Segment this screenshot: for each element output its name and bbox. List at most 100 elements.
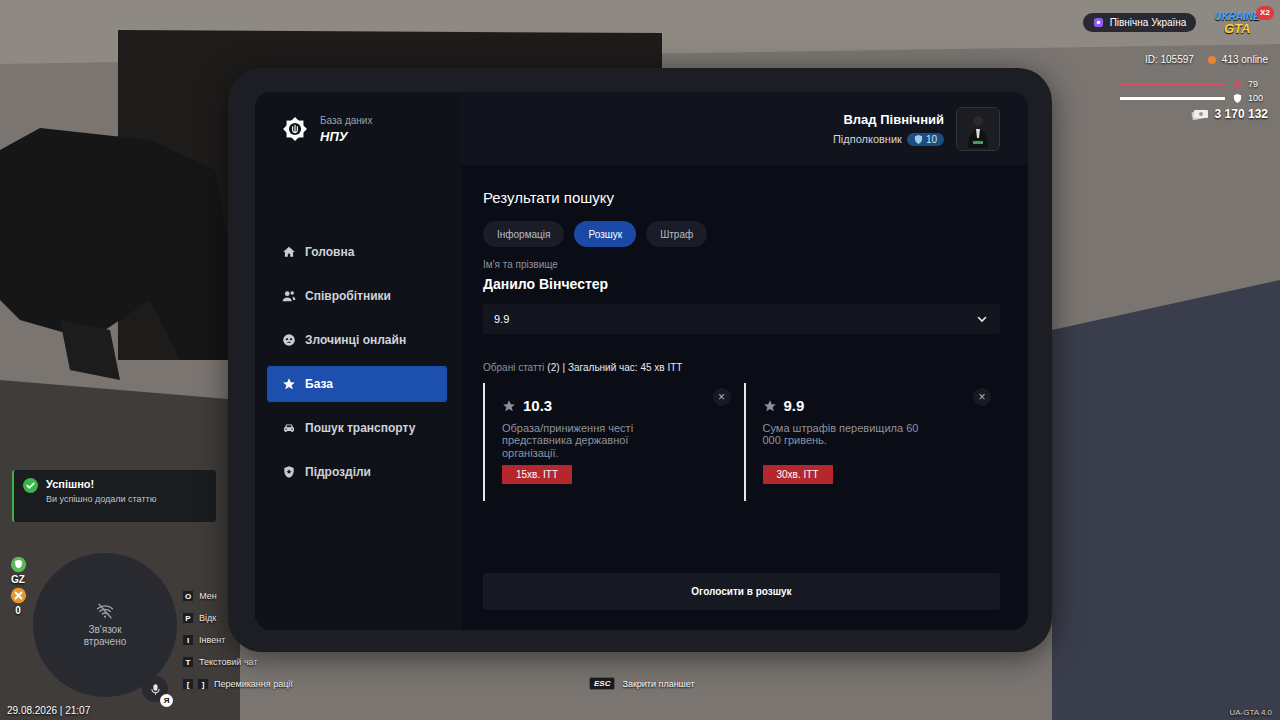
brand-title: НПУ <box>320 129 372 144</box>
keybind-row: T Текстовий чат <box>182 655 293 669</box>
user-rank: Підполковник <box>833 133 902 145</box>
brand-subtitle: База даних <box>320 115 372 126</box>
article-time: 30хв. ІТТ <box>763 465 833 484</box>
hud-stats: ID: 105597 413 online 79 100 3 170 132 <box>1120 54 1268 121</box>
game-logo: UKRAINE GTA X2 <box>1210 8 1270 37</box>
tab[interactable]: Інформація <box>483 221 564 247</box>
health-cross-icon <box>1233 80 1242 89</box>
sidebar-item-label: Співробітники <box>305 289 391 303</box>
shield-icon <box>282 465 296 479</box>
minimap-status: Зв'язок втрачено <box>70 624 140 648</box>
star-icon <box>763 399 777 413</box>
money-row: 3 170 132 <box>1191 107 1268 121</box>
key-cap: T <box>182 656 194 668</box>
server-name: Північна Україна <box>1110 17 1187 28</box>
key-cap: ] <box>197 678 209 690</box>
sidebar-item-label: Пошук транспорту <box>305 421 415 435</box>
summary-label: Обрані статті <box>483 362 544 373</box>
logo-top: UKRAINE <box>1214 12 1260 22</box>
armor-value: 100 <box>1248 93 1268 103</box>
key-cap: I <box>182 634 194 646</box>
person-name: Данило Вінчестер <box>483 276 1000 292</box>
main-panel: Влад Північний Підполковник 10 Результат… <box>462 92 1028 630</box>
status-indicators: GZ 0 <box>6 556 30 616</box>
server-badge: Північна Україна <box>1083 13 1197 32</box>
key-cap: P <box>182 612 194 624</box>
tabs: Інформація Розшук Штраф <box>483 221 1000 247</box>
sidebar-item[interactable]: Злочинці онлайн <box>267 322 447 358</box>
money-value: 3 170 132 <box>1215 107 1268 121</box>
online-icon <box>1208 56 1216 64</box>
voice-badge: Я <box>160 694 173 707</box>
voice-indicator: Я <box>142 676 168 702</box>
logo-badge: X2 <box>1256 6 1274 20</box>
player-info: ID: 105597 413 online <box>1145 54 1268 65</box>
tab[interactable]: Розшук <box>574 221 636 247</box>
notification-message: Ви успішно додали статтю <box>46 494 156 504</box>
keybind-row: [] Перемикання рації <box>182 677 293 691</box>
user-avatar <box>956 107 1000 151</box>
check-icon <box>23 478 38 493</box>
close-hint-label: Закрити планшет <box>622 679 694 689</box>
keybind-label: Перемикання рації <box>214 679 293 689</box>
name-label: Ім'я та прізвище <box>483 259 1000 270</box>
declare-wanted-button[interactable]: Оголосити в розшук <box>483 573 1000 610</box>
badge-shield-icon <box>914 135 923 144</box>
status-label: 0 <box>15 605 21 616</box>
article-time: 15хв. ІТТ <box>502 465 572 484</box>
page-title: Результати пошуку <box>483 189 1000 207</box>
sidebar-item-label: Злочинці онлайн <box>305 333 406 347</box>
status-indicator: 0 <box>10 587 27 616</box>
status-indicator: GZ <box>10 556 27 585</box>
microphone-icon <box>149 683 162 696</box>
rank-badge: 10 <box>907 133 944 146</box>
article-card: 10.3 Образа/приниження честі представник… <box>483 383 740 501</box>
sidebar-item[interactable]: Пошук транспорту <box>267 410 447 446</box>
sidebar-item[interactable]: База <box>267 366 447 402</box>
health-value: 79 <box>1248 79 1268 89</box>
people-icon <box>282 289 296 303</box>
sidebar-item-label: Головна <box>305 245 354 259</box>
health-row: 79 <box>1120 79 1268 89</box>
sidebar-nav: Головна Співробітники Злочинці онлайн Ба… <box>255 234 462 490</box>
brand: База даних НПУ <box>255 112 462 146</box>
rank-level: 10 <box>926 134 937 145</box>
article-select[interactable]: 9.9 <box>483 304 1000 334</box>
user-header: Влад Північний Підполковник 10 <box>462 92 1028 165</box>
online-count: 413 online <box>1222 54 1268 65</box>
sidebar-item[interactable]: Головна <box>267 234 447 270</box>
armor-shield-icon <box>1233 94 1242 103</box>
tablet-screen: База даних НПУ Головна Співробітники Зло… <box>255 92 1028 630</box>
close-hint: ESC Закрити планшет <box>589 677 695 690</box>
cash-icon <box>1191 108 1209 120</box>
keybind-label: Відк <box>199 613 216 623</box>
article-card: 9.9 Сума штрафів перевищила 60 000 гриве… <box>744 383 1001 501</box>
star-icon <box>282 377 296 391</box>
police-emblem-icon <box>280 114 310 144</box>
remove-article-button[interactable]: × <box>973 388 991 406</box>
player-id: ID: 105597 <box>1145 54 1194 65</box>
server-icon <box>1093 17 1104 28</box>
shield-status-icon <box>10 556 27 573</box>
esc-key: ESC <box>589 677 615 690</box>
keybind-label: Мен <box>199 591 217 601</box>
sidebar: База даних НПУ Головна Співробітники Зло… <box>255 92 462 630</box>
armor-row: 100 <box>1120 93 1268 103</box>
sidebar-item[interactable]: Співробітники <box>267 278 447 314</box>
sidebar-item[interactable]: Підрозділи <box>267 454 447 490</box>
articles-summary: Обрані статті (2) | Загальний час: 45 хв… <box>483 362 1000 373</box>
officer-avatar-icon <box>957 108 999 150</box>
summary-count: (2) <box>547 362 559 373</box>
no-signal-icon <box>96 602 114 620</box>
tab[interactable]: Штраф <box>646 221 707 247</box>
remove-article-button[interactable]: × <box>713 388 731 406</box>
mask-icon <box>282 333 296 347</box>
success-notification: Успішно! Ви успішно додали статтю <box>12 470 216 522</box>
cross-status-icon <box>10 587 27 604</box>
article-select-value: 9.9 <box>494 313 509 325</box>
status-label: GZ <box>11 574 25 585</box>
star-icon <box>502 399 516 413</box>
article-description: Образа/приниження честі представника дер… <box>502 422 672 459</box>
article-description: Сума штрафів перевищила 60 000 гривень. <box>763 422 933 459</box>
police-tablet: База даних НПУ Головна Співробітники Зло… <box>228 68 1052 652</box>
